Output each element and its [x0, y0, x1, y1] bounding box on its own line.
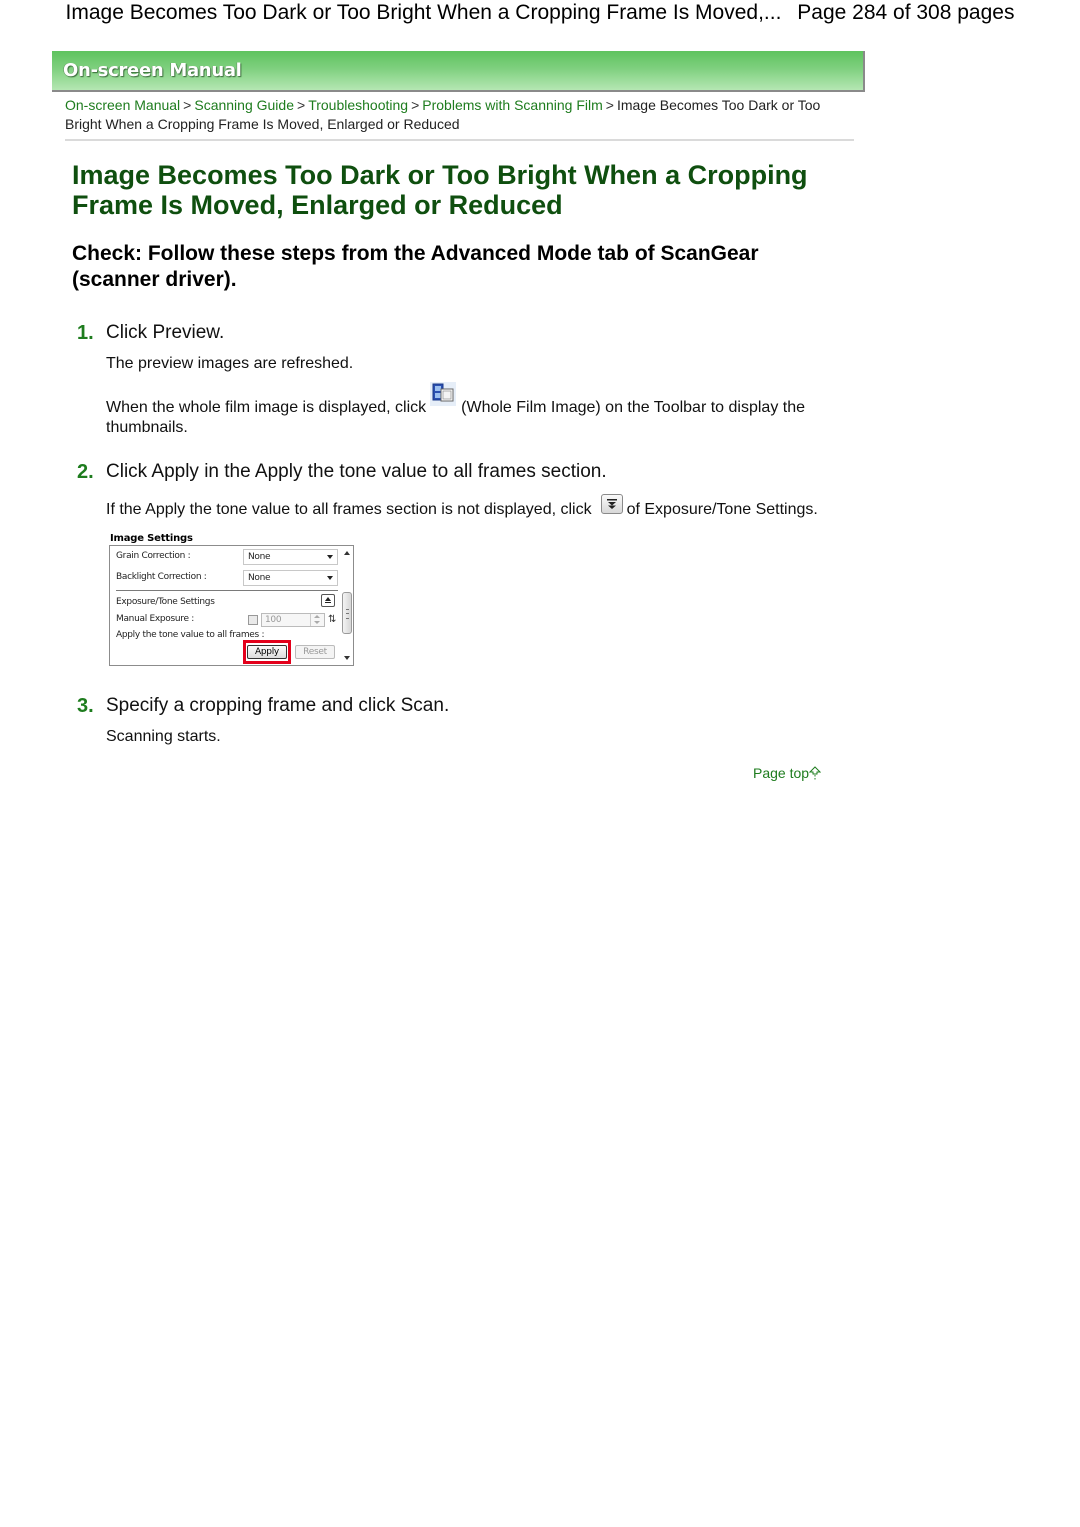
step-2-note: If the Apply the tone value to all frame…: [106, 494, 866, 520]
manual-exposure-value: 100: [265, 615, 282, 625]
banner-title: On-screen Manual: [63, 60, 242, 81]
spinner-arrows-icon: [310, 614, 324, 626]
collapse-icon: [321, 594, 335, 607]
step-1-note-continuation: thumbnails.: [106, 419, 188, 436]
apply-button-illustration: Apply: [247, 645, 287, 659]
page-top-label: Page top: [753, 765, 810, 781]
image-settings-heading: Image Settings: [110, 533, 193, 544]
backlight-correction-select: None: [243, 570, 338, 586]
backlight-correction-value: None: [248, 573, 271, 583]
step-1-note-text: When the whole film image is displayed, …: [106, 399, 427, 416]
panel-divider: [116, 590, 338, 591]
breadcrumb-separator: >: [411, 97, 420, 113]
check-heading: Check: Follow these steps from the Advan…: [72, 242, 759, 291]
panel-scrollbar: [341, 546, 353, 665]
exposure-tone-label: Exposure/Tone Settings: [116, 597, 215, 607]
manual-exposure-checkbox: [248, 615, 258, 625]
breadcrumb-link-troubleshooting[interactable]: Troubleshooting: [308, 97, 408, 113]
step-number: 2.: [77, 461, 94, 483]
grain-correction-label: Grain Correction :: [116, 551, 191, 561]
arrow-up-icon: [808, 766, 822, 783]
grain-correction-value: None: [248, 552, 271, 562]
chevron-down-icon: [327, 555, 333, 559]
scroll-up-icon: [344, 551, 350, 555]
image-settings-screenshot: Grain Correction : None Backlight Correc…: [109, 545, 354, 666]
step-1-result: The preview images are refreshed.: [106, 355, 354, 372]
manual-exposure-label: Manual Exposure :: [116, 614, 195, 624]
page-counter: Page 284 of 308 pages: [797, 1, 1015, 24]
step-text: Click Preview.: [106, 322, 225, 343]
breadcrumb-divider: [65, 139, 854, 141]
breadcrumb-link-problems-with-scanning-film[interactable]: Problems with Scanning Film: [422, 97, 603, 113]
step-number: 3.: [77, 695, 94, 717]
step-2-note-text: If the Apply the tone value to all frame…: [106, 501, 592, 518]
expand-icon: [600, 494, 623, 514]
breadcrumb-separator: >: [183, 97, 192, 113]
breadcrumb-separator: >: [605, 97, 614, 113]
reset-button-illustration: Reset: [295, 645, 335, 659]
step-2-note-text-after: of Exposure/Tone Settings.: [626, 501, 818, 518]
manual-exposure-spinner: 100: [261, 613, 325, 627]
grain-correction-select: None: [243, 549, 338, 565]
step-3-result: Scanning starts.: [106, 728, 221, 745]
page-header-title: Image Becomes Too Dark or Too Bright Whe…: [65, 1, 782, 24]
apply-tone-label: Apply the tone value to all frames :: [116, 630, 265, 640]
breadcrumb-link-scanning-guide[interactable]: Scanning Guide: [194, 97, 294, 113]
breadcrumb-link-on-screen-manual[interactable]: On-screen Manual: [65, 97, 180, 113]
step-text: Specify a cropping frame and click Scan.: [106, 695, 450, 716]
page-top-link[interactable]: Page top: [753, 765, 822, 783]
pdf-page-header: Image Becomes Too Dark or Too Bright Whe…: [0, 0, 1080, 26]
step-text: Click Apply in the Apply the tone value …: [106, 461, 607, 482]
grip-icon: [346, 609, 349, 619]
backlight-correction-label: Backlight Correction :: [116, 572, 207, 582]
breadcrumb-separator: >: [297, 97, 306, 113]
manual-banner: On-screen Manual: [52, 51, 865, 92]
reset-arrows-icon: ⇅: [328, 614, 337, 625]
scroll-thumb: [342, 592, 352, 634]
scroll-down-icon: [344, 656, 350, 660]
step-1-note: When the whole film image is displayed, …: [106, 382, 846, 438]
step-number: 1.: [77, 322, 94, 344]
breadcrumb: On-screen Manual > Scanning Guide > Troubles…: [65, 96, 845, 134]
whole-film-image-icon: [430, 382, 457, 406]
chevron-down-icon: [327, 576, 333, 580]
step-1-note-text-after: (Whole Film Image) on the Toolbar to dis…: [461, 399, 806, 416]
page-title: Image Becomes Too Dark or Too Bright Whe…: [72, 160, 808, 220]
